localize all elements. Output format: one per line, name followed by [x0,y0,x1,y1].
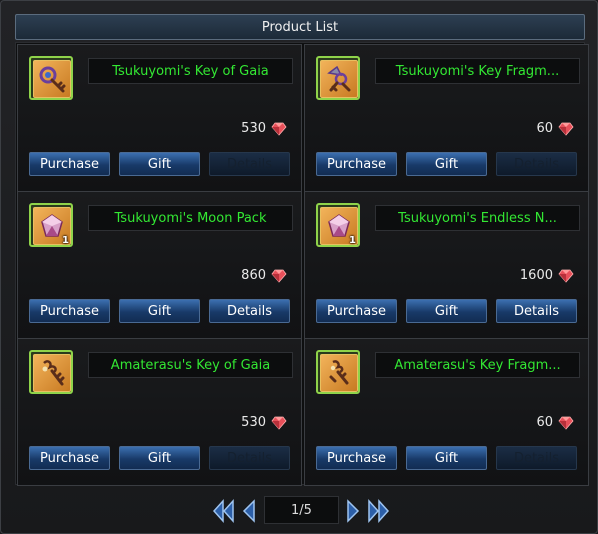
window-title: Product List [261,19,339,35]
price: 1600 [520,268,574,283]
details-button: Details [209,446,290,470]
first-page-button[interactable] [212,498,236,524]
price: 60 [536,415,574,430]
price-value: 60 [536,121,553,136]
ruby-gem-icon [271,122,287,136]
item-slot[interactable]: 1 [29,203,73,247]
key-icon [42,360,65,386]
purchase-button[interactable]: Purchase [29,446,110,470]
price-value: 1600 [519,268,553,283]
product-card: Tsukuyomi's Key of Gaia 530 Purchase Gif… [17,44,302,192]
price: 860 [241,268,287,283]
details-button[interactable]: Details [209,299,290,323]
item-slot[interactable] [316,350,360,394]
price: 530 [241,415,287,430]
product-card: Tsukuyomi's Key Fragm... 60 Purchase Gif… [304,44,589,192]
item-name: Tsukuyomi's Endless N... [398,210,557,226]
details-button[interactable]: Details [496,299,577,323]
product-card: 1 Tsukuyomi's Endless N... 1600 Purchase… [304,191,589,339]
purchase-button[interactable]: Purchase [316,299,397,323]
pagination: 1/5 [1,496,598,526]
prev-page-button[interactable] [240,498,258,524]
item-name: Amaterasu's Key of Gaia [110,357,271,373]
purchase-button[interactable]: Purchase [29,152,110,176]
item-name-box: Tsukuyomi's Key Fragm... [375,58,580,84]
item-quantity: 1 [62,235,69,246]
item-slot[interactable] [29,56,73,100]
gift-button[interactable]: Gift [119,152,200,176]
purchase-button[interactable]: Purchase [316,152,397,176]
last-page-button[interactable] [366,498,390,524]
item-slot[interactable]: 1 [316,203,360,247]
purchase-button[interactable]: Purchase [29,299,110,323]
title-bar: Product List [15,14,585,40]
item-name: Tsukuyomi's Key of Gaia [112,63,269,79]
product-card: 1 Tsukuyomi's Moon Pack 860 Purchase Gif… [17,191,302,339]
gift-button[interactable]: Gift [119,299,200,323]
item-name-box: Tsukuyomi's Key of Gaia [88,58,293,84]
gift-button[interactable]: Gift [119,446,200,470]
ruby-gem-icon [558,122,574,136]
purchase-button[interactable]: Purchase [316,446,397,470]
details-button: Details [496,446,577,470]
price: 530 [241,121,287,136]
price: 60 [536,121,574,136]
double-right-arrow-icon [368,499,389,523]
product-card: Amaterasu's Key Fragm... 60 Purchase Gif… [304,338,589,486]
double-left-arrow-icon [213,499,234,523]
product-card: Amaterasu's Key of Gaia 530 Purchase Gif… [17,338,302,486]
price-value: 530 [241,415,266,430]
item-name-box: Tsukuyomi's Endless N... [375,205,580,231]
item-name: Amaterasu's Key Fragm... [394,357,561,373]
left-arrow-icon [242,499,255,523]
item-name-box: Amaterasu's Key of Gaia [88,352,293,378]
ruby-gem-icon [271,416,287,430]
item-name: Tsukuyomi's Moon Pack [114,210,267,226]
gift-button[interactable]: Gift [406,299,487,323]
product-grid: Tsukuyomi's Key of Gaia 530 Purchase Gif… [15,42,589,486]
item-quantity: 1 [349,235,356,246]
price-value: 530 [241,121,266,136]
ruby-gem-icon [558,416,574,430]
details-button: Details [209,152,290,176]
item-name-box: Tsukuyomi's Moon Pack [88,205,293,231]
details-button: Details [496,152,577,176]
next-page-button[interactable] [344,498,362,524]
key-fragment-icon [329,360,349,385]
right-arrow-icon [347,499,360,523]
gift-button[interactable]: Gift [406,152,487,176]
page-indicator: 1/5 [264,496,339,524]
item-slot[interactable] [29,350,73,394]
item-name: Tsukuyomi's Key Fragm... [395,63,560,79]
key-fragment-icon [327,65,351,92]
ruby-gem-icon [558,269,574,283]
ruby-gem-icon [271,269,287,283]
item-name-box: Amaterasu's Key Fragm... [375,352,580,378]
price-value: 60 [536,415,553,430]
key-icon [39,66,66,93]
price-value: 860 [241,268,266,283]
item-slot[interactable] [316,56,360,100]
product-list-window: Product List Tsukuyomi's Key of Gaia 530… [0,0,598,534]
gift-button[interactable]: Gift [406,446,487,470]
